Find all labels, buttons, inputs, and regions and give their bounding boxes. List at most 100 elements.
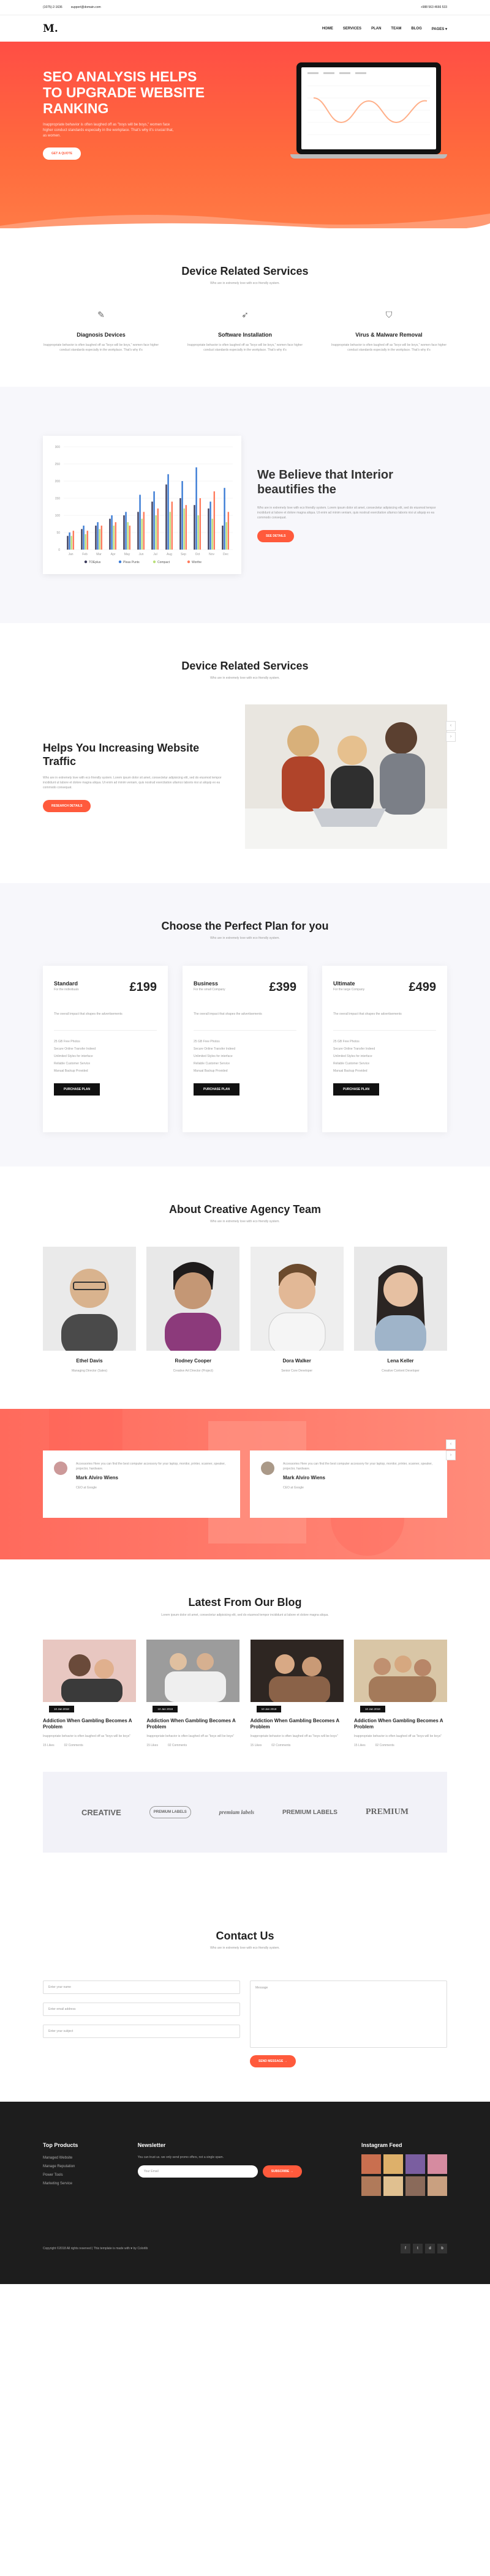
facebook-icon[interactable]: f: [401, 2244, 410, 2253]
plan-feature: Secure Online Transfer Indeed: [194, 1047, 236, 1051]
research-details-button[interactable]: RESEARCH DETAILS: [43, 800, 91, 812]
email-link[interactable]: support@domain.com: [71, 6, 101, 9]
brand-logo: CREATIVE: [81, 1807, 121, 1817]
testimonial-arrows: ‹ ›: [446, 1439, 456, 1462]
instagram-image[interactable]: [383, 2154, 403, 2174]
nav-item-services[interactable]: SERVICES: [343, 27, 361, 31]
testimonial-card: Accessories Here you can find the best c…: [250, 1450, 447, 1518]
post-image[interactable]: [250, 1640, 344, 1702]
chevron-down-icon: ▾: [445, 27, 447, 31]
service-item: ➶ Software Installation Inappropriate beha…: [187, 310, 303, 353]
chart-bar: [169, 512, 171, 550]
footer-link[interactable]: Marketing Service: [43, 2180, 78, 2187]
twitter-icon[interactable]: t: [413, 2244, 423, 2253]
post-image[interactable]: [353, 1640, 447, 1702]
chart-bar: [123, 515, 125, 550]
post-title[interactable]: Addiction When Gambling Becomes A Proble…: [146, 1718, 239, 1730]
y-tick-label: 200: [55, 480, 61, 483]
instagram-image[interactable]: [383, 2176, 403, 2196]
comments-count: 02 Comments: [375, 1744, 394, 1747]
chevron-down-icon[interactable]: ›: [446, 732, 456, 742]
plan-name: Standard: [54, 980, 78, 987]
send-message-button[interactable]: SEND MESSAGE →: [250, 2055, 296, 2067]
member-role: Creative Content Developer: [382, 1369, 420, 1373]
email-field[interactable]: Enter email address: [43, 2003, 240, 2016]
brand-logo: PREMIUM: [365, 1807, 409, 1816]
testimonial-name: Mark Alviro Wiens: [283, 1475, 325, 1480]
chevron-up-icon[interactable]: ‹: [446, 721, 456, 731]
post-title[interactable]: Addiction When Gambling Becomes A Proble…: [251, 1718, 344, 1730]
chart-bar: [209, 501, 211, 550]
avatar: [54, 1462, 67, 1475]
blog-post[interactable]: 10 Jan 2018 Addiction When Gambling Becom…: [250, 1640, 344, 1747]
purchase-plan-button[interactable]: PURCHASE PLAN: [194, 1083, 240, 1096]
chart-bar: [185, 505, 187, 550]
nav-item-pages[interactable]: PAGES ▾: [432, 27, 447, 31]
chevron-down-icon[interactable]: ›: [446, 1450, 456, 1460]
subscribe-button[interactable]: SUBSCRIBE →: [262, 2165, 302, 2178]
newsletter-email-input[interactable]: Your Email: [137, 2165, 258, 2178]
instagram-image[interactable]: [428, 2176, 447, 2196]
purchase-plan-button[interactable]: PURCHASE PLAN: [54, 1083, 100, 1096]
instagram-image[interactable]: [361, 2176, 381, 2196]
chart-bar: [195, 467, 197, 550]
footer-link[interactable]: Power Tools: [43, 2171, 78, 2179]
section-title: Contact Us: [216, 1930, 274, 1942]
nav-item-team[interactable]: TEAM: [391, 27, 401, 31]
plan-feature: Reliable Customer Service: [54, 1062, 91, 1066]
logo[interactable]: M.: [43, 23, 58, 35]
chart-bar: [109, 518, 111, 550]
blog-post[interactable]: 10 Jan 2018 Addiction When Gambling Becom…: [353, 1640, 447, 1747]
legend-marker: [187, 560, 190, 564]
name-field[interactable]: Enter your name: [43, 1981, 240, 1994]
instagram-feed: [361, 2154, 447, 2196]
subject-field[interactable]: Enter your subject: [43, 2025, 240, 2038]
post-title[interactable]: Addiction When Gambling Becomes A Proble…: [354, 1718, 447, 1730]
plan-desc: The overall impact that shapes the adver…: [54, 1012, 123, 1016]
post-date: 10 Jan 2018: [256, 1706, 282, 1712]
post-title[interactable]: Addiction When Gambling Becomes A Proble…: [43, 1718, 136, 1730]
chart-bar: [181, 481, 183, 550]
nav-item-home[interactable]: HOME: [322, 27, 333, 31]
plan-feature: Reliable Customer Service: [194, 1062, 230, 1066]
chart-bar: [183, 508, 185, 550]
blog-post[interactable]: 10 Jan 2018 Addiction When Gambling Becom…: [43, 1640, 136, 1747]
shield-icon: ⛉: [385, 310, 393, 319]
brand-logo: PREMIUM LABELS: [149, 1806, 191, 1818]
post-image[interactable]: [43, 1640, 136, 1702]
chevron-up-icon[interactable]: ‹: [446, 1439, 456, 1449]
chart-bar: [67, 536, 69, 550]
get-quote-button[interactable]: GET A QUOTE: [43, 147, 81, 160]
instagram-image[interactable]: [405, 2154, 425, 2174]
post-date: 10 Jan 2018: [153, 1706, 178, 1712]
comments-count: 02 Comments: [167, 1744, 187, 1747]
dribbble-icon[interactable]: d: [425, 2244, 435, 2253]
section-subtitle: Who are in extremely love with eco frien…: [210, 936, 280, 940]
post-image[interactable]: [146, 1640, 240, 1702]
avatar: [261, 1462, 274, 1475]
chart-bar: [224, 488, 225, 550]
footer-link[interactable]: Manage Reputation: [43, 2163, 78, 2170]
chart-bar: [99, 529, 100, 550]
chart-bar: [167, 474, 169, 550]
instagram-image[interactable]: [361, 2154, 381, 2174]
nav-item-plan[interactable]: PLAN: [371, 27, 381, 31]
likes-count: 15 Likes: [250, 1744, 262, 1747]
instagram-image[interactable]: [405, 2176, 425, 2196]
see-details-button[interactable]: SEE DETAILS: [257, 530, 295, 542]
instagram-image[interactable]: [428, 2154, 447, 2174]
purchase-plan-button[interactable]: PURCHASE PLAN: [333, 1083, 380, 1096]
chart-bar: [139, 495, 141, 550]
message-field[interactable]: Message: [250, 1981, 447, 2048]
footer-link[interactable]: Managed Website: [43, 2154, 78, 2162]
nav-item-blog[interactable]: BLOG: [411, 27, 421, 31]
section-title: Latest From Our Blog: [188, 1596, 302, 1608]
plan-desc: The overall impact that shapes the adver…: [333, 1012, 402, 1016]
traffic-text: Who are in extremely love with eco frien…: [43, 776, 222, 790]
blog-post[interactable]: 10 Jan 2018 Addiction When Gambling Becom…: [146, 1640, 240, 1747]
section-title: Device Related Services: [181, 265, 309, 277]
testimonial-card: Accessories Here you can find the best c…: [43, 1450, 240, 1518]
chart-bar: [85, 534, 86, 550]
behance-icon[interactable]: b: [437, 2244, 447, 2253]
hero-wave: [0, 214, 490, 232]
